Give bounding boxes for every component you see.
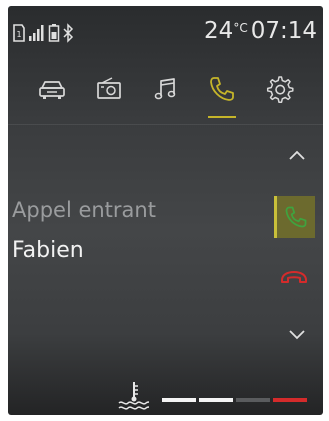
gauge-segment [199,398,233,402]
caller-name: Fabien [12,238,84,263]
radio-icon [97,77,121,99]
sim-icon: 1 [13,24,25,42]
scroll-up-button[interactable] [280,142,314,168]
outside-temperature: 24 [204,18,234,44]
settings-icon [266,76,294,104]
coolant-temperature-gauge [8,376,323,415]
scroll-down-button[interactable] [280,322,314,348]
battery-icon [48,24,60,42]
tab-media[interactable] [146,74,186,118]
phone-icon [210,77,234,101]
gauge-segment [162,398,196,402]
coolant-temperature-icon [118,382,150,410]
hang-up-icon [281,271,307,283]
music-icon [154,78,176,100]
gauge-segment [236,398,270,402]
chevron-up-icon [289,150,305,160]
tab-radio[interactable] [89,74,129,118]
coolant-gauge-bar [162,398,307,402]
svg-text:1: 1 [16,30,21,39]
signal-icon [29,25,44,41]
active-tab-indicator [208,116,236,118]
tab-settings[interactable] [259,74,299,118]
chevron-down-icon [289,330,305,340]
tab-phone[interactable] [202,74,242,118]
status-right: 24 °C 07:14 [204,18,317,44]
temperature-unit: °C [233,21,248,35]
tab-vehicle[interactable] [32,74,72,118]
status-icons: 1 [12,22,74,44]
answer-phone-icon [285,206,307,228]
bluetooth-icon [63,23,74,43]
main-nav [8,62,323,124]
status-bar: 1 24 °C 07:14 [8,6,323,56]
car-icon [39,81,65,99]
nav-divider [8,124,323,125]
call-status-title: Appel entrant [12,198,156,222]
reject-call-button[interactable] [276,262,312,292]
gauge-segment [273,398,307,402]
clock: 07:14 [250,18,317,44]
answer-call-button[interactable] [274,196,315,238]
infotainment-screen: 1 24 °C 07:14 Appel entrant Fabien [8,6,323,415]
